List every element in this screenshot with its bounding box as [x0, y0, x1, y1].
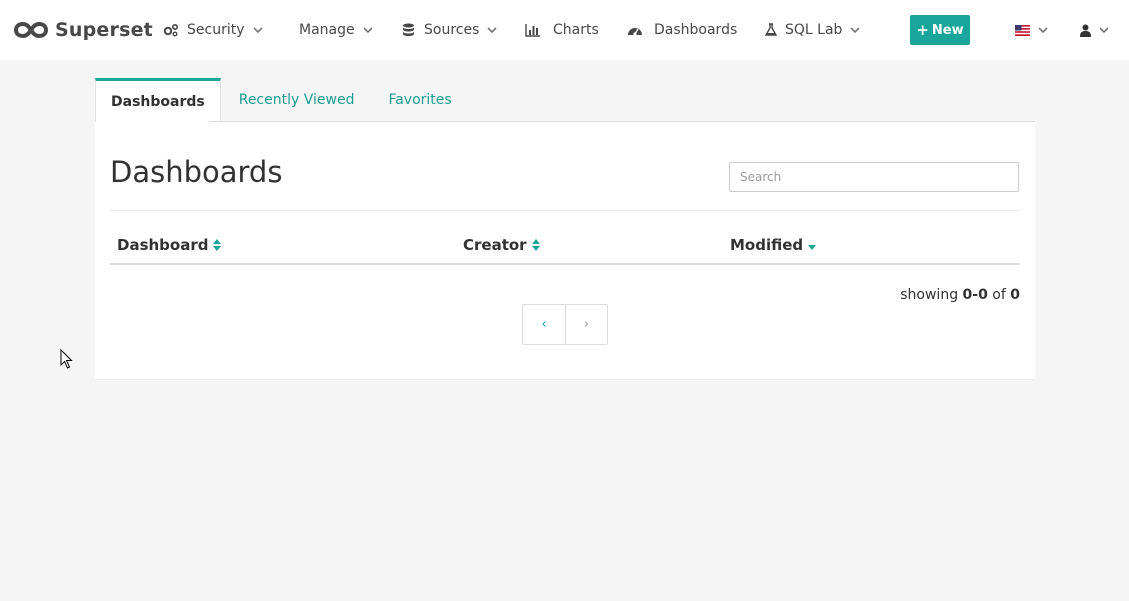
- dashboard-gauge-icon: [627, 22, 643, 38]
- sort-icon: [531, 239, 540, 251]
- showing-of: of: [992, 287, 1006, 303]
- column-modified[interactable]: Modified: [730, 236, 817, 254]
- chevron-down-icon: [487, 27, 497, 34]
- page-title: Dashboards: [110, 155, 283, 189]
- dashboards-panel: Dashboards Dashboard Creator Modified sh…: [95, 122, 1035, 380]
- column-modified-label: Modified: [730, 236, 804, 254]
- nav-sources[interactable]: Sources: [400, 0, 498, 60]
- column-dashboard-label: Dashboard: [117, 236, 209, 254]
- brand-name: Superset: [55, 19, 153, 41]
- showing-range: 0-0: [962, 287, 988, 303]
- flask-icon: [763, 22, 779, 38]
- new-button-label: New: [931, 22, 964, 38]
- nav-sqllab[interactable]: SQL Lab: [763, 0, 861, 60]
- chevron-down-icon: [363, 27, 373, 34]
- nav-sqllab-label: SQL Lab: [785, 22, 843, 38]
- language-selector[interactable]: [1015, 0, 1049, 60]
- nav-dashboards-label: Dashboards: [654, 22, 738, 38]
- chevron-down-icon: [1099, 27, 1109, 34]
- nav-security-label: Security: [187, 22, 245, 38]
- search-input[interactable]: [729, 162, 1019, 192]
- new-button[interactable]: + New: [910, 15, 970, 45]
- plus-icon: +: [916, 20, 929, 39]
- user-menu[interactable]: [1080, 0, 1110, 60]
- us-flag-icon: [1015, 24, 1030, 36]
- table-header: Dashboard Creator Modified: [110, 226, 1020, 265]
- nav-security[interactable]: Security: [163, 0, 264, 60]
- next-page-button[interactable]: ›: [565, 305, 607, 344]
- gears-icon: [163, 22, 179, 38]
- tab-recently-viewed[interactable]: Recently Viewed: [221, 78, 370, 122]
- nav-charts[interactable]: Charts: [525, 0, 599, 60]
- tab-dashboards[interactable]: Dashboards: [95, 78, 221, 122]
- showing-prefix: showing: [900, 287, 959, 303]
- sort-icon: [213, 239, 222, 251]
- prev-page-button[interactable]: ‹: [523, 305, 565, 344]
- mouse-cursor-icon: [60, 349, 73, 369]
- sort-desc-icon: [808, 245, 817, 250]
- header-divider: [110, 210, 1020, 211]
- column-creator-label: Creator: [463, 236, 527, 254]
- superset-logo-icon: [14, 21, 48, 39]
- top-navbar: Superset Security Manage Sources Charts …: [0, 0, 1129, 60]
- column-creator[interactable]: Creator: [463, 236, 541, 254]
- dashboard-tabs: Dashboards Recently Viewed Favorites: [95, 78, 467, 122]
- showing-total: 0: [1010, 287, 1020, 303]
- nav-sources-label: Sources: [424, 22, 480, 38]
- database-icon: [400, 22, 416, 38]
- nav-manage[interactable]: Manage: [299, 0, 374, 60]
- pagination-summary: showing 0-0 of 0: [900, 287, 1020, 303]
- tab-favorites[interactable]: Favorites: [369, 78, 466, 122]
- brand-link[interactable]: Superset: [14, 0, 153, 60]
- nav-manage-label: Manage: [299, 22, 355, 38]
- bar-chart-icon: [525, 22, 541, 38]
- chevron-down-icon: [252, 27, 263, 34]
- nav-charts-label: Charts: [553, 22, 599, 38]
- user-icon: [1080, 24, 1091, 37]
- nav-dashboards[interactable]: Dashboards: [627, 0, 737, 60]
- pagination: ‹ ›: [522, 304, 608, 345]
- chevron-down-icon: [1038, 27, 1048, 34]
- column-dashboard[interactable]: Dashboard: [117, 236, 222, 254]
- chevron-down-icon: [850, 27, 860, 34]
